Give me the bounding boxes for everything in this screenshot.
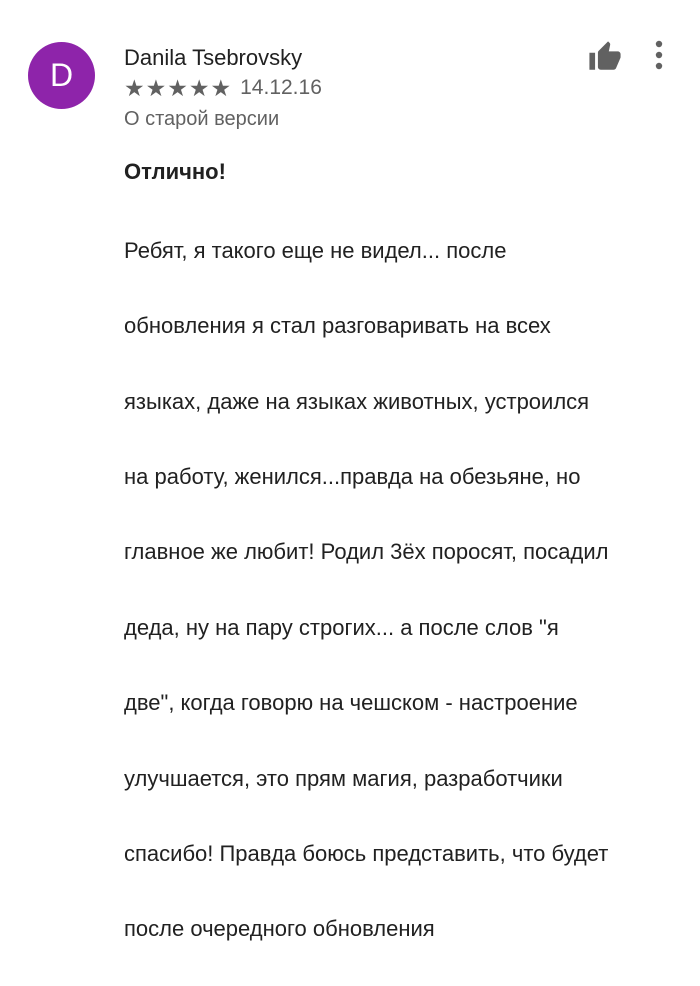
review-body: Отлично! Ребят, я такого еще не видел...…	[124, 154, 684, 986]
review-text-line: главное же любит! Родил 3ёх поросят, пос…	[124, 539, 609, 565]
more-options-button[interactable]	[650, 40, 668, 72]
review-text-line: Ребят, я такого еще не видел... после	[124, 237, 507, 263]
avatar-letter: D	[49, 57, 74, 93]
avatar: D	[28, 42, 95, 109]
review-text-line: обновления я стал разговаривать на всех	[124, 313, 551, 339]
review-title: Отлично!	[124, 159, 226, 184]
review-text-line: языках, даже на языках животных, устроил…	[124, 388, 590, 414]
review-card: D Danila Tsebrovsky ★ ★ ★ ★ ★ 14.12.16 О…	[0, 0, 700, 941]
star-rating: ★ ★ ★ ★ ★	[124, 76, 232, 100]
star-icon: ★	[210, 75, 232, 101]
star-icon: ★	[167, 75, 188, 101]
more-vert-icon	[655, 40, 663, 70]
review-text: Ребят, я такого еще не видел... после об…	[124, 194, 684, 986]
thumbs-up-icon	[589, 41, 621, 70]
review-text-line: спасибо! Правда боюсь представить, что б…	[124, 840, 609, 866]
review-text-line: две", когда говорю на чешском - настроен…	[124, 690, 578, 716]
star-icon: ★	[188, 75, 210, 101]
version-note: О старой версии	[124, 108, 280, 130]
review-date: 14.12.16	[240, 76, 322, 99]
review-text-line: на работу, женился...правда на обезьяне,…	[124, 463, 581, 489]
author-name: Danila Tsebrovsky	[124, 45, 303, 70]
like-button[interactable]	[588, 40, 622, 74]
star-icon: ★	[124, 75, 145, 101]
rating-row: ★ ★ ★ ★ ★ 14.12.16	[124, 75, 322, 101]
review-text-line: улучшается, это прям магия, разработчики	[124, 765, 563, 791]
star-icon: ★	[145, 75, 167, 101]
review-text-line: деда, ну на пару строгих... а после слов…	[124, 614, 559, 640]
review-text-line: после очередного обновления	[124, 916, 435, 942]
review-header: Danila Tsebrovsky ★ ★ ★ ★ ★ 14.12.16 О с…	[124, 44, 322, 132]
